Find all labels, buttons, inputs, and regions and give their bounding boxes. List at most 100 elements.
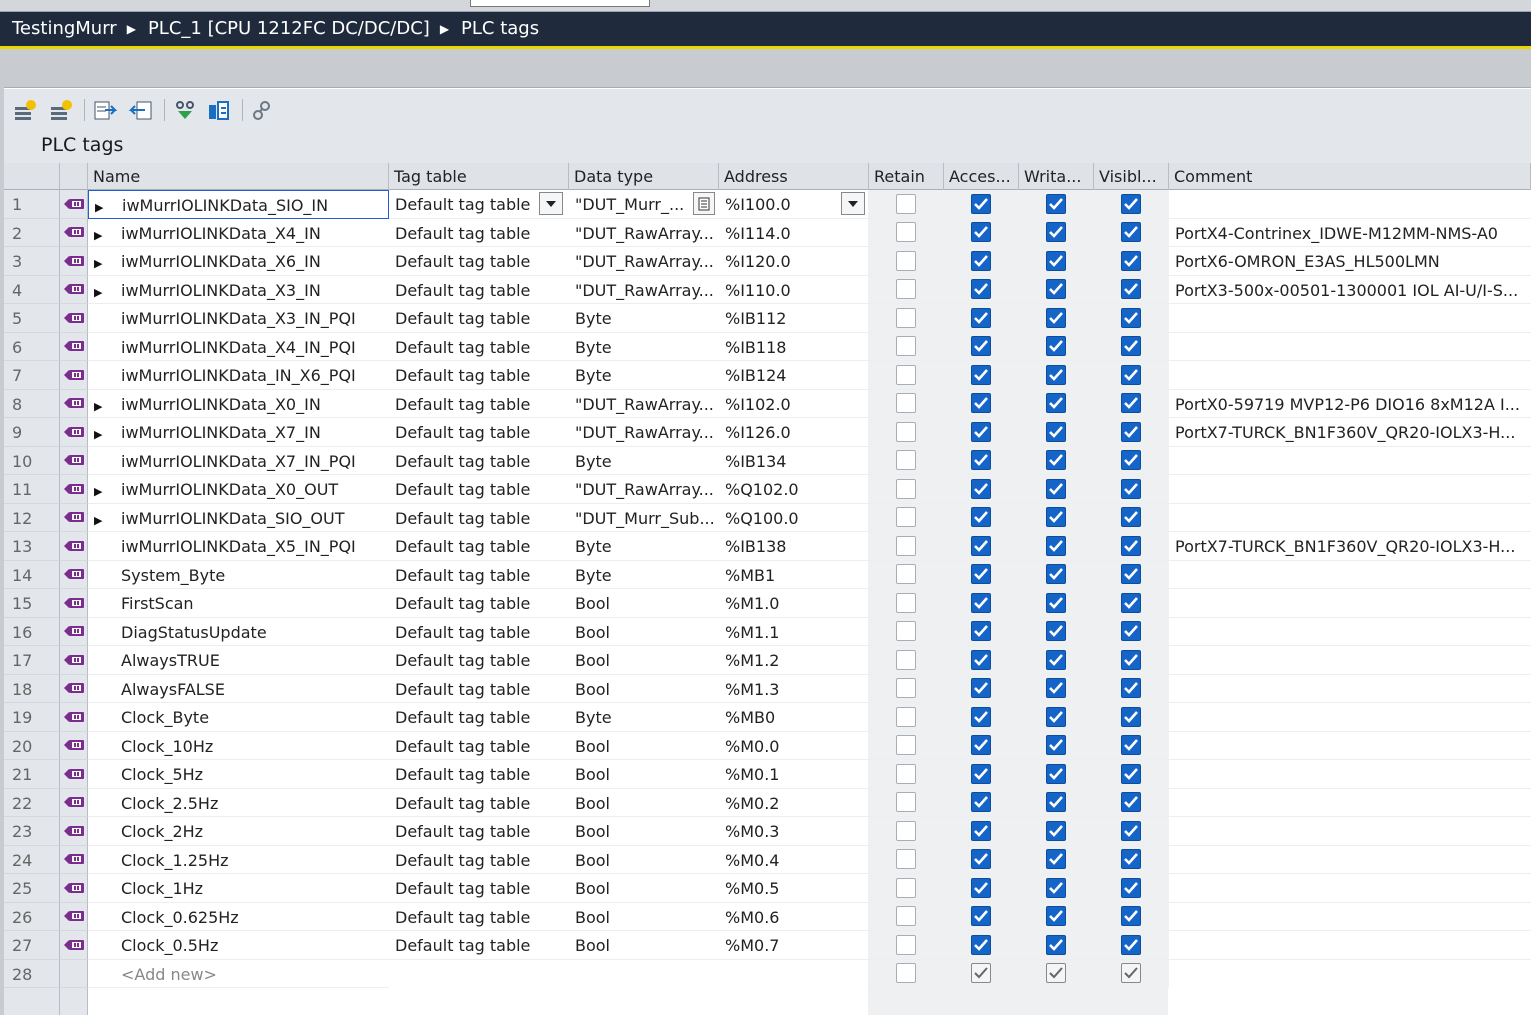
visible-cell[interactable] (1094, 332, 1169, 361)
data-type-cell[interactable]: "DUT_RawArray... (569, 475, 719, 504)
row-number[interactable]: 23 (4, 817, 60, 846)
row-number[interactable]: 7 (4, 361, 60, 390)
accessible-cell[interactable] (944, 760, 1019, 789)
retain-cell[interactable] (869, 418, 944, 447)
tag-name-cell[interactable]: ▶ iwMurrIOLINKData_X3_IN (88, 276, 389, 304)
checkbox[interactable] (1121, 849, 1141, 870)
checkbox[interactable] (1121, 193, 1141, 214)
checkbox[interactable] (1121, 792, 1141, 813)
address-cell[interactable]: %M1.2 (719, 646, 869, 675)
tag-name-cell[interactable]: AlwaysTRUE (88, 646, 389, 675)
address-cell[interactable]: %M1.3 (719, 675, 869, 703)
checkbox[interactable] (1121, 279, 1141, 300)
tag-name-cell[interactable]: Clock_5Hz (88, 760, 389, 789)
tag-name-cell[interactable]: DiagStatusUpdate (88, 618, 389, 646)
comment-cell[interactable] (1169, 304, 1531, 333)
insert-tag-icon[interactable] (48, 97, 74, 123)
tag-name-cell[interactable]: Clock_1Hz (88, 874, 389, 903)
data-type-cell[interactable]: Byte (569, 703, 719, 732)
add-tag-icon[interactable] (12, 97, 38, 123)
data-type-cell[interactable]: "DUT_RawArray... (569, 247, 719, 276)
row-number[interactable]: 18 (4, 674, 60, 703)
data-type-cell[interactable]: Bool (569, 589, 719, 618)
writable-cell[interactable] (1019, 560, 1094, 589)
visible-cell[interactable] (1094, 247, 1169, 276)
retain-cell[interactable] (869, 731, 944, 760)
checkbox[interactable] (1121, 735, 1141, 756)
table-row[interactable]: 4 ▶ iwMurrIOLINKData_X3_IN Default tag tabl… (4, 275, 1531, 304)
checkbox[interactable] (971, 906, 991, 927)
address-cell[interactable]: %M0.4 (719, 846, 869, 874)
checkbox[interactable] (971, 877, 991, 898)
visible-cell[interactable] (1094, 589, 1169, 618)
writable-cell[interactable] (1019, 247, 1094, 276)
row-number[interactable]: 14 (4, 560, 60, 589)
table-row[interactable]: 12 ▶ iwMurrIOLINKData_SIO_OUT Default tag t… (4, 503, 1531, 532)
checkbox[interactable] (1121, 592, 1141, 613)
tag-name-cell[interactable]: System_Byte (88, 561, 389, 589)
checkbox[interactable] (1046, 906, 1066, 927)
checkbox[interactable] (896, 336, 916, 357)
comment-cell[interactable] (1169, 846, 1531, 874)
checkbox[interactable] (1046, 678, 1066, 699)
comment-cell[interactable]: PortX7-TURCK_BN1F360V_QR20-IOLX3-H... (1169, 532, 1531, 561)
visible-cell[interactable] (1094, 902, 1169, 931)
accessible-cell[interactable] (944, 788, 1019, 817)
column-header-visible[interactable]: Visibl... (1094, 163, 1169, 190)
writable-cell[interactable] (1019, 532, 1094, 561)
address-cell[interactable]: %I114.0 (719, 219, 869, 247)
tag-name-cell[interactable]: Clock_Byte (88, 703, 389, 732)
accessible-cell[interactable] (944, 532, 1019, 561)
expand-arrow-icon[interactable]: ▶ (94, 286, 104, 299)
address-cell[interactable]: %M0.6 (719, 903, 869, 931)
checkbox[interactable] (971, 934, 991, 955)
table-row[interactable]: 11 ▶ iwMurrIOLINKData_X0_OUT Default tag ta… (4, 475, 1531, 504)
visible-cell[interactable] (1094, 874, 1169, 903)
checkbox[interactable] (896, 535, 916, 556)
tag-name-cell[interactable]: ▶ iwMurrIOLINKData_X0_OUT (88, 475, 389, 504)
checkbox[interactable] (1046, 307, 1066, 328)
visible-cell[interactable] (1094, 817, 1169, 846)
comment-cell[interactable] (1169, 732, 1531, 760)
tag-table-cell[interactable]: Default tag table (389, 903, 569, 931)
column-header-comment[interactable]: Comment (1169, 163, 1531, 190)
comment-cell[interactable] (1169, 817, 1531, 846)
checkbox[interactable] (1046, 336, 1066, 357)
comment-cell[interactable] (1169, 789, 1531, 817)
table-row[interactable]: 21 Clock_5Hz Default tag table Bool %M0.1 (4, 760, 1531, 789)
data-type-cell[interactable]: Bool (569, 760, 719, 789)
tag-table-cell[interactable]: Default tag table (389, 732, 569, 760)
retain-cell[interactable] (869, 959, 944, 988)
checkbox[interactable] (1046, 450, 1066, 471)
retain-cell[interactable] (869, 674, 944, 703)
writable-cell[interactable] (1019, 674, 1094, 703)
checkbox[interactable] (1046, 706, 1066, 727)
checkbox[interactable] (896, 706, 916, 727)
checkbox[interactable] (971, 535, 991, 556)
data-type-cell[interactable]: Bool (569, 789, 719, 817)
checkbox[interactable] (971, 193, 991, 214)
data-type-cell[interactable]: Byte (569, 361, 719, 390)
comment-cell[interactable] (1169, 874, 1531, 903)
comment-cell[interactable] (1169, 447, 1531, 475)
tag-table-cell[interactable]: Default tag table (389, 447, 569, 475)
writable-cell[interactable] (1019, 703, 1094, 732)
accessible-cell[interactable] (944, 247, 1019, 276)
tag-table-cell[interactable]: Default tag table (389, 532, 569, 561)
checkbox[interactable] (896, 849, 916, 870)
retain-cell[interactable] (869, 617, 944, 646)
comment-cell[interactable]: PortX0-59719 MVP12-P6 DIO16 8xM12A I... (1169, 390, 1531, 418)
breadcrumb-project[interactable]: TestingMurr (12, 18, 117, 39)
visible-cell[interactable] (1094, 361, 1169, 390)
retain-cell[interactable] (869, 646, 944, 675)
retain-cell[interactable] (869, 475, 944, 504)
row-number[interactable]: 22 (4, 788, 60, 817)
writable-cell[interactable] (1019, 931, 1094, 960)
table-row[interactable]: 7 iwMurrIOLINKData_IN_X6_PQI Default tag t… (4, 361, 1531, 390)
checkbox[interactable] (1046, 421, 1066, 442)
checkbox[interactable] (971, 507, 991, 528)
checkbox[interactable] (971, 393, 991, 414)
retain-cell[interactable] (869, 703, 944, 732)
retain-cell[interactable] (869, 931, 944, 960)
table-row[interactable]: 1 ▶ iwMurrIOLINKData_SIO_IN Default tag tab… (4, 190, 1531, 219)
